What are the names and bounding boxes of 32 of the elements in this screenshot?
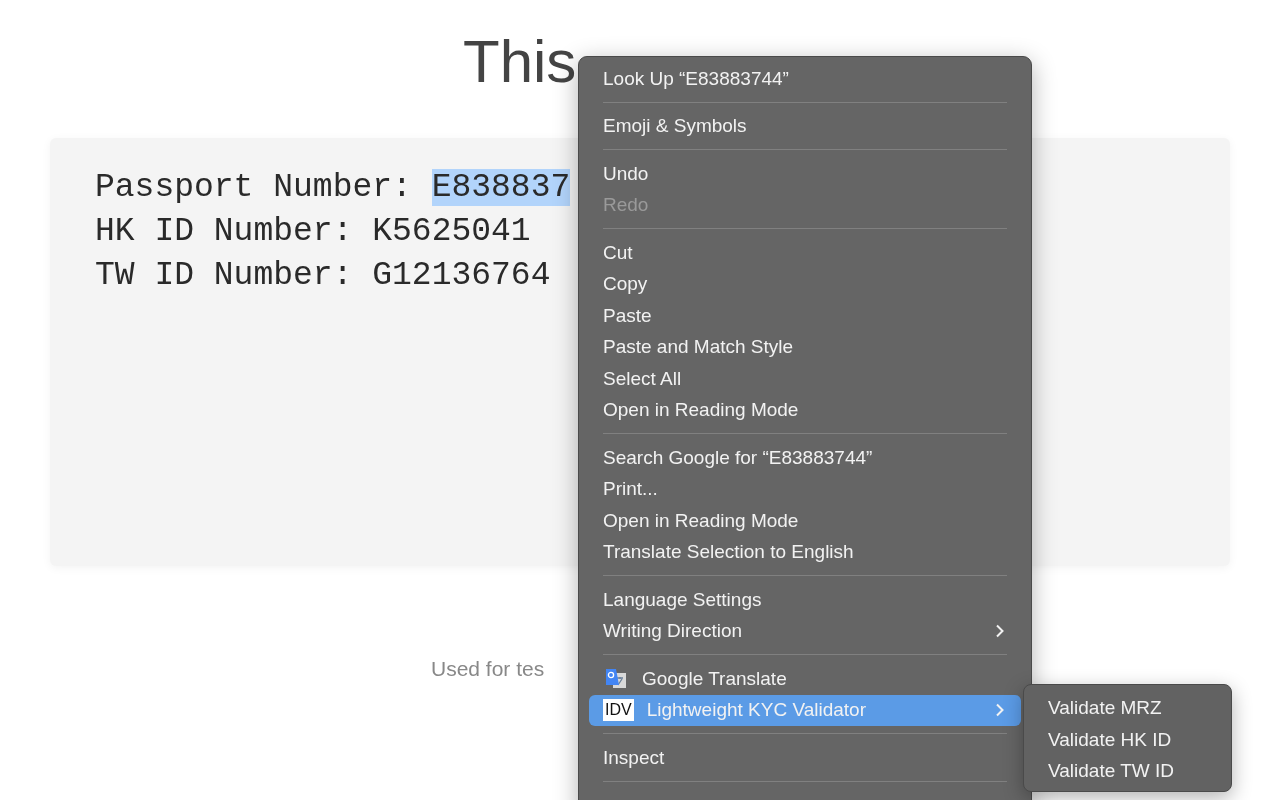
menu-item[interactable]: Copy <box>589 268 1021 300</box>
menu-item[interactable]: Search Google for “E83883744” <box>589 442 1021 474</box>
menu-item[interactable]: IDV Lightweight KYC Validator <box>589 694 1021 726</box>
idv-logo: IDV <box>603 699 634 722</box>
menu-item[interactable]: Open in Reading Mode <box>589 505 1021 537</box>
menu-item[interactable]: Inspect <box>589 742 1021 774</box>
caption-text: Used for tes <box>431 657 545 681</box>
menu-item[interactable]: Validate MRZ <box>1024 692 1231 724</box>
menu-item[interactable]: Undo <box>589 158 1021 190</box>
menu-item[interactable]: Look Up “E83883744” <box>589 63 1021 95</box>
menu-item[interactable]: Writing Direction <box>589 615 1021 647</box>
menu-item[interactable]: Emoji & Symbols <box>589 110 1021 142</box>
id-value: K5625041 <box>372 213 531 250</box>
id-value: E838837 <box>431 169 571 206</box>
menu-item[interactable]: Print... <box>589 473 1021 505</box>
menu-item[interactable]: Validate HK ID <box>1024 723 1231 755</box>
menu-item[interactable]: Translate Selection to English <box>589 536 1021 568</box>
menu-item[interactable]: Validate TW ID <box>1024 755 1231 787</box>
menu-item[interactable]: Open in Reading Mode <box>589 394 1021 426</box>
id-value: G12136764 <box>372 257 551 294</box>
menu-item[interactable]: Paste <box>589 300 1021 332</box>
menu-item[interactable]: Language Settings <box>589 584 1021 616</box>
menu-item[interactable]: Paste and Match Style <box>589 331 1021 363</box>
field-label: Passport Number: <box>95 169 413 206</box>
field-label: HK ID Number: <box>95 213 354 250</box>
menu-item[interactable]: Select All <box>589 363 1021 395</box>
field-label: TW ID Number: <box>95 257 354 294</box>
menu-item[interactable]: Google Translate <box>589 663 1021 695</box>
menu-item[interactable]: Cut <box>589 237 1021 269</box>
page-title: This <box>463 27 577 97</box>
translate-icon <box>603 667 629 690</box>
chevron-right-icon <box>995 624 1005 639</box>
